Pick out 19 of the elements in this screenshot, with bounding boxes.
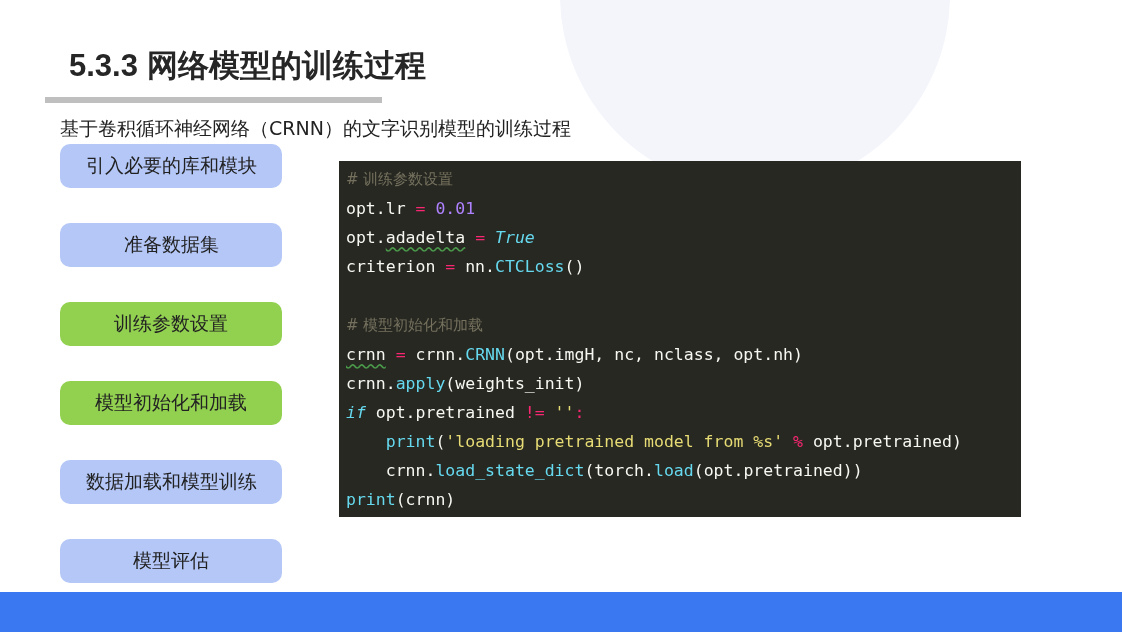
step-pill: 模型初始化和加载 — [60, 381, 282, 425]
step-pill: 数据加载和模型训练 — [60, 460, 282, 504]
code-line: # 训练参数设置 — [346, 169, 454, 190]
step-pill: 模型评估 — [60, 539, 282, 583]
code-line: if opt.pretrained != '': — [346, 402, 585, 424]
code-line: criterion = nn.CTCLoss() — [346, 256, 585, 278]
slide-subtitle: 基于卷积循环神经网络（CRNN）的文字识别模型的训练过程 — [60, 116, 572, 140]
code-line: crnn.apply(weights_init) — [346, 373, 585, 395]
slide-title: 5.3.3 网络模型的训练过程 — [69, 47, 427, 85]
code-line: # 模型初始化和加载 — [346, 315, 484, 336]
step-pill: 准备数据集 — [60, 223, 282, 267]
code-line: crnn.load_state_dict(torch.load(opt.pretrained)) — [384, 460, 863, 482]
code-line: print(crnn) — [346, 489, 456, 511]
code-line: print('loading pretrained model from %s' % opt.pretrained) — [384, 431, 962, 453]
step-pill: 引入必要的库和模块 — [60, 144, 282, 188]
code-line: opt.adadelta = True — [346, 227, 535, 249]
code-line: opt.lr = 0.01 — [346, 198, 476, 220]
code-line: crnn = crnn.CRNN(opt.imgH, nc, nclass, opt.nh) — [346, 344, 803, 366]
step-pill: 训练参数设置 — [60, 302, 282, 346]
